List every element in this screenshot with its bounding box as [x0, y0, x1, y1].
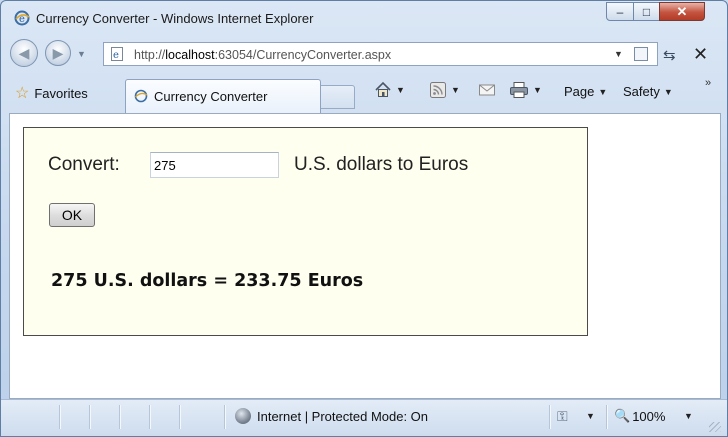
home-button[interactable]: ▼	[374, 81, 405, 99]
page-content: Convert: U.S. dollars to Euros OK 275 U.…	[9, 113, 721, 399]
ok-button[interactable]: OK	[49, 203, 95, 227]
back-icon: ◀	[18, 44, 30, 61]
home-dropdown-icon[interactable]: ▼	[396, 85, 405, 95]
status-divider	[224, 405, 226, 429]
favorites-label: Favorites	[34, 85, 88, 101]
svg-text:e: e	[113, 50, 119, 61]
refresh-icon[interactable]: ⇆	[663, 46, 676, 64]
conversion-result: 275 U.S. dollars = 233.75 Euros	[51, 271, 364, 291]
zoom-level[interactable]: 🔍 100%	[614, 408, 665, 424]
safety-dropdown-icon: ▼	[663, 86, 673, 97]
status-divider	[119, 405, 121, 429]
feeds-button[interactable]: ▼	[429, 81, 460, 99]
mail-button[interactable]	[478, 82, 496, 98]
print-dropdown-icon[interactable]: ▼	[533, 85, 542, 95]
close-button[interactable]: ✕	[659, 2, 705, 21]
protected-mode-icon[interactable]: ⚿	[557, 408, 568, 425]
favorites-star-icon: ☆	[15, 85, 30, 102]
tab-page-icon	[134, 89, 148, 103]
title-bar: e Currency Converter - Windows Internet …	[1, 1, 727, 35]
mail-icon	[479, 84, 495, 96]
favorites-button[interactable]: ☆ Favorites	[9, 79, 94, 107]
page-menu-label: Page	[564, 84, 595, 99]
recent-pages-dropdown[interactable]: ▼	[77, 49, 86, 59]
zoom-dropdown-icon[interactable]: ▼	[684, 411, 693, 421]
page-menu[interactable]: Page ▼	[564, 84, 607, 99]
more-commands-chevron-icon[interactable]: »	[705, 77, 711, 89]
convert-label: Convert:	[48, 154, 120, 175]
unit-label: U.S. dollars to Euros	[294, 154, 469, 175]
navigation-bar: ◀ ▶ ▼ e http://localhost:63054/CurrencyC…	[1, 37, 727, 75]
forward-icon: ▶	[52, 44, 64, 61]
status-divider	[59, 405, 61, 429]
globe-icon	[235, 408, 251, 424]
safety-menu[interactable]: Safety ▼	[623, 84, 673, 99]
resize-grip[interactable]	[709, 422, 721, 432]
compatibility-icon[interactable]	[634, 47, 648, 61]
security-zone-text[interactable]: Internet | Protected Mode: On	[257, 409, 428, 424]
tab-currency-converter[interactable]: Currency Converter	[125, 79, 321, 113]
command-bar: ☆ Favorites Currency Converter ▼ ▼ ▼ Pag…	[1, 75, 727, 113]
feeds-icon	[430, 82, 446, 98]
amount-input[interactable]	[150, 152, 279, 178]
status-divider	[606, 405, 608, 429]
stop-icon[interactable]: ✕	[693, 44, 708, 65]
status-bar: Internet | Protected Mode: On ⚿ ▼ 🔍 100%…	[1, 399, 727, 436]
address-url[interactable]: http://localhost:63054/CurrencyConverter…	[134, 48, 391, 62]
new-tab-button[interactable]	[321, 85, 355, 109]
forward-button[interactable]: ▶	[45, 40, 71, 66]
zoom-icon: 🔍	[614, 408, 631, 423]
status-divider	[179, 405, 181, 429]
window-title: Currency Converter - Windows Internet Ex…	[36, 11, 314, 26]
minimize-icon: –	[616, 4, 624, 19]
status-divider	[149, 405, 151, 429]
feeds-dropdown-icon[interactable]: ▼	[451, 85, 460, 95]
maximize-button[interactable]: □	[633, 2, 660, 21]
print-button[interactable]: ▼	[509, 81, 542, 99]
back-button[interactable]: ◀	[10, 39, 38, 67]
ie-logo-icon: e	[14, 10, 30, 26]
page-icon: e	[111, 47, 123, 61]
address-dropdown-icon[interactable]: ▼	[614, 49, 623, 59]
print-icon	[510, 82, 528, 98]
zoom-text: 100%	[632, 408, 666, 424]
protected-mode-dropdown-icon[interactable]: ▼	[586, 411, 595, 421]
status-divider	[89, 405, 91, 429]
page-dropdown-icon: ▼	[598, 86, 608, 97]
browser-window: e Currency Converter - Windows Internet …	[0, 0, 728, 437]
minimize-button[interactable]: –	[606, 2, 634, 21]
home-icon	[375, 81, 391, 97]
svg-text:e: e	[19, 14, 25, 25]
close-icon: ✕	[676, 3, 688, 19]
converter-panel: Convert: U.S. dollars to Euros OK 275 U.…	[23, 127, 588, 336]
maximize-icon: □	[642, 4, 651, 19]
status-divider	[549, 405, 551, 429]
address-bar[interactable]: e http://localhost:63054/CurrencyConvert…	[103, 42, 658, 66]
tab-label: Currency Converter	[154, 89, 268, 104]
safety-menu-label: Safety	[623, 84, 660, 99]
